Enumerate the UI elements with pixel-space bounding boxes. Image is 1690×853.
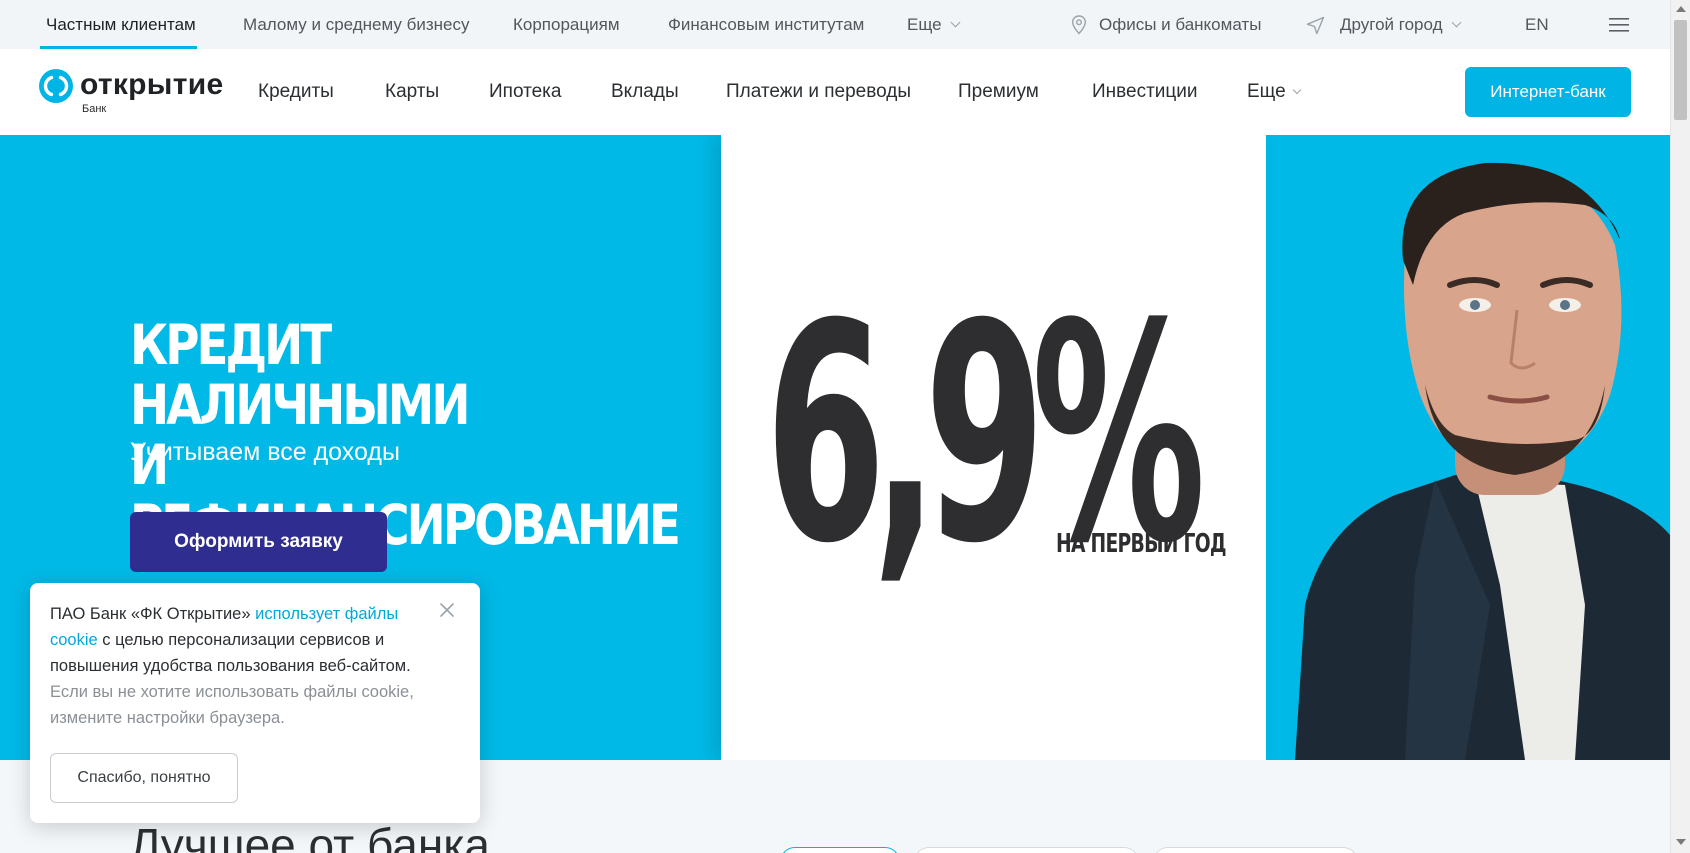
spokesperson-photo: [1295, 162, 1670, 760]
main-header: открытие Банк Кредиты Карты Ипотека Вкла…: [0, 49, 1670, 135]
cookie-text-part: с целью персонализации сервисов и повыше…: [50, 631, 411, 675]
segment-private-clients[interactable]: Частным клиентам: [46, 0, 196, 49]
nav-more-label: Еще: [1247, 81, 1286, 102]
nav-premium[interactable]: Премиум: [958, 49, 1039, 135]
logo-wordmark: открытие: [80, 68, 224, 101]
segment-label: Корпорациям: [513, 15, 620, 34]
cookie-text-part: ПАО Банк «ФК Открытие»: [50, 605, 256, 623]
page-scrollbar[interactable]: [1670, 0, 1690, 853]
city-label: Другой город: [1340, 15, 1443, 34]
menu-icon[interactable]: [1608, 17, 1630, 33]
segment-label: Финансовым институтам: [668, 15, 865, 34]
close-icon[interactable]: [436, 599, 458, 621]
nav-mortgage[interactable]: Ипотека: [489, 49, 561, 135]
nav-credits[interactable]: Кредиты: [258, 49, 334, 135]
chevron-down-icon: [950, 17, 961, 28]
filter-pill[interactable]: [914, 847, 1139, 853]
logo-subtitle: Банк: [82, 103, 107, 115]
scroll-up-arrow-icon[interactable]: [1676, 6, 1686, 12]
filter-pill[interactable]: [1153, 847, 1358, 853]
segment-small-business[interactable]: Малому и среднему бизнесу: [243, 0, 469, 49]
bank-logo[interactable]: открытие Банк: [38, 67, 228, 117]
apply-button[interactable]: Оформить заявку: [130, 512, 387, 572]
navigation-arrow-icon: [1306, 16, 1325, 35]
language-switch[interactable]: EN: [1525, 0, 1549, 49]
nav-more[interactable]: Еще: [1247, 49, 1301, 135]
nav-investments[interactable]: Инвестиции: [1092, 49, 1198, 135]
chevron-down-icon: [1451, 17, 1461, 28]
hero-title-line: КРЕДИТ НАЛИЧНЫМИ: [130, 313, 470, 437]
section-title: Лучшее от банка: [130, 819, 490, 853]
cookie-notice: ПАО Банк «ФК Открытие» использует файлы …: [30, 583, 480, 823]
segment-bar: Частным клиентам Малому и среднему бизне…: [0, 0, 1670, 49]
nav-payments[interactable]: Платежи и переводы: [726, 49, 911, 135]
cookie-muted-text: Если вы не хотите использовать файлы coo…: [50, 683, 414, 727]
rate-note: НА ПЕРВЫЙ ГОД: [1056, 529, 1227, 559]
chevron-down-icon: [1292, 85, 1301, 95]
cookie-text: ПАО Банк «ФК Открытие» использует файлы …: [50, 601, 430, 731]
segment-label: Малому и среднему бизнесу: [243, 15, 470, 34]
hero-subtitle: Учитываем все доходы: [130, 438, 400, 466]
city-selector[interactable]: Другой город: [1340, 0, 1461, 49]
logo-mark-icon: [39, 69, 73, 103]
segment-label: Еще: [907, 15, 942, 34]
filter-pill[interactable]: [780, 847, 900, 853]
nav-deposits[interactable]: Вклады: [611, 49, 679, 135]
segment-more[interactable]: Еще: [907, 0, 961, 49]
location-pin-icon: [1071, 15, 1087, 35]
segment-corporations[interactable]: Корпорациям: [513, 0, 620, 49]
scroll-thumb[interactable]: [1674, 20, 1687, 120]
scroll-down-arrow-icon[interactable]: [1676, 839, 1686, 845]
nav-cards[interactable]: Карты: [385, 49, 439, 135]
cookie-accept-button[interactable]: Спасибо, понятно: [50, 753, 238, 803]
internet-bank-button[interactable]: Интернет-банк: [1465, 67, 1631, 117]
language-label: EN: [1525, 15, 1549, 34]
offices-label: Офисы и банкоматы: [1099, 15, 1262, 34]
offices-atms-link[interactable]: Офисы и банкоматы: [1099, 0, 1261, 49]
segment-financial-institutions[interactable]: Финансовым институтам: [668, 0, 864, 49]
segment-label: Частным клиентам: [46, 15, 196, 34]
